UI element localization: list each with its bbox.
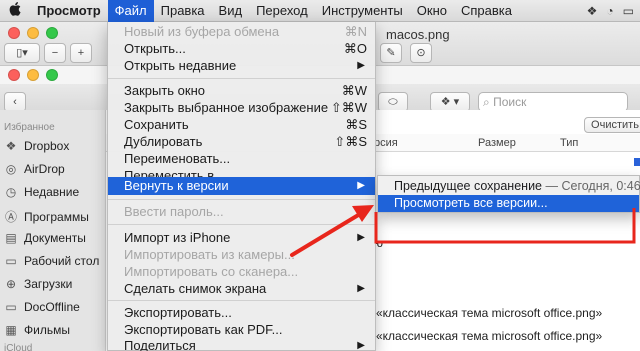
zoom-in-button[interactable]: + <box>70 43 92 63</box>
submenu-item-browse-all-versions[interactable]: Просмотреть все версии... <box>378 195 639 212</box>
zoom-out-button[interactable]: − <box>44 43 66 63</box>
close-button[interactable] <box>8 27 20 39</box>
sidebar-item-docoffline[interactable]: ▭ DocOffline <box>4 300 80 314</box>
menu-separator <box>108 199 375 200</box>
finder-minimize-button[interactable] <box>27 69 39 81</box>
sidebar-header-favorites: Избранное <box>4 122 55 133</box>
menu-item-revert-to[interactable]: Вернуть к версии ▶ <box>108 177 375 195</box>
submenu-item-previous-save[interactable]: Предыдущее сохранение — Сегодня, 0:46 <box>378 178 640 195</box>
status-tray: ❖ ◔ ▭ <box>587 0 640 22</box>
dropbox-icon: ❖ <box>5 139 17 153</box>
chevron-right-icon: ▶ <box>357 180 365 191</box>
menu-item-open[interactable]: Открыть... ⌘O <box>108 40 375 58</box>
menu-item-close-selected-image[interactable]: Закрыть выбранное изображение ⇧⌘W <box>108 99 375 117</box>
dropbox-tray-icon[interactable]: ❖ <box>587 4 598 18</box>
menu-tools[interactable]: Инструменты <box>315 0 410 22</box>
finder-close-button[interactable] <box>8 69 20 81</box>
menu-app-preview[interactable]: Просмотр <box>30 0 108 22</box>
menu-edit[interactable]: Правка <box>154 0 212 22</box>
download-icon: ⊕ <box>5 277 17 291</box>
menu-bar: Просмотр Файл Правка Вид Переход Инструм… <box>0 0 640 22</box>
menu-item-open-recent[interactable]: Открыть недавние ▶ <box>108 57 375 75</box>
window-title: macos.png <box>386 27 450 42</box>
sidebar-item-label: Недавние <box>24 185 80 199</box>
sidebar-item-label: Dropbox <box>24 139 70 153</box>
sidebar-item-label: Программы <box>24 209 89 224</box>
menu-window[interactable]: Окно <box>410 0 454 22</box>
clock-icon: ◷ <box>5 185 17 199</box>
menu-item-duplicate[interactable]: Дублировать ⇧⌘S <box>108 133 375 151</box>
markup-pen-icon[interactable]: ✎ <box>380 43 402 63</box>
sidebar-item-desktop[interactable]: ▭ Рабочий стол <box>4 254 99 268</box>
zoom-button[interactable] <box>46 27 58 39</box>
menu-separator <box>108 78 375 79</box>
menu-help[interactable]: Справка <box>454 0 519 22</box>
menu-separator <box>108 300 375 301</box>
chevron-right-icon: ▶ <box>357 283 365 294</box>
back-button[interactable]: ‹ <box>4 92 26 112</box>
menu-item-share[interactable]: Поделиться ▶ <box>108 337 375 351</box>
menu-item-import-scanner: Импортировать со сканера... <box>124 264 299 279</box>
chevron-right-icon: ▶ <box>357 232 365 243</box>
menu-item-close-window[interactable]: Закрыть окно ⌘W <box>108 82 375 100</box>
menu-file[interactable]: Файл <box>107 0 154 22</box>
menu-view[interactable]: Вид <box>212 0 250 22</box>
sidebar-item-label: Фильмы <box>24 323 70 337</box>
sidebar-item-label: Документы <box>24 231 86 245</box>
wifi-icon[interactable]: ◔ <box>606 4 613 18</box>
sidebar-item-airdrop[interactable]: ◎ AirDrop <box>4 162 65 176</box>
minimize-button[interactable] <box>27 27 39 39</box>
file-menu: Новый из буфера обмена ⌘N Открыть... ⌘O От… <box>107 22 376 351</box>
folder-icon: ▭ <box>5 300 17 314</box>
sidebar-header-icloud: iCloud <box>4 343 33 351</box>
menu-item-save[interactable]: Сохранить ⌘S <box>108 116 375 134</box>
clear-button[interactable]: Очистить <box>584 117 640 133</box>
menu-go[interactable]: Переход <box>249 0 315 22</box>
sidebar-item-dropbox[interactable]: ❖ Dropbox <box>4 139 70 153</box>
list-item[interactable]: «классическая тема microsoft office.png» <box>376 306 602 320</box>
selection-edge <box>634 158 640 166</box>
airdrop-icon: ◎ <box>5 162 17 176</box>
finder-sidebar: Избранное ❖ Dropbox ◎ AirDrop ◷ Недавние Ⓐ П… <box>0 110 106 351</box>
menu-item-import-camera: Импортировать из камеры... <box>124 247 295 262</box>
battery-icon[interactable]: ▭ <box>623 4 634 18</box>
column-size[interactable]: Размер <box>478 137 516 149</box>
sidebar-item-label: Рабочий стол <box>24 254 100 268</box>
tag-button[interactable]: ⬭ <box>378 92 408 112</box>
sidebar-toggle-button[interactable]: ▯▾ <box>4 43 40 63</box>
sidebar-item-downloads[interactable]: ⊕ Загрузки <box>4 277 72 291</box>
sidebar-item-movies[interactable]: ▦ Фильмы <box>4 323 70 337</box>
apps-icon: Ⓐ <box>4 210 17 224</box>
sidebar-item-label: AirDrop <box>24 162 65 176</box>
document-icon: ▤ <box>5 231 17 245</box>
menu-item-export[interactable]: Экспортировать... <box>108 304 375 322</box>
desktop-icon: ▭ <box>5 254 17 268</box>
column-type[interactable]: Тип <box>560 137 578 149</box>
sidebar-item-documents[interactable]: ▤ Документы <box>4 231 86 245</box>
sidebar-item-label: DocOffline <box>24 300 80 314</box>
finder-zoom-button[interactable] <box>46 69 58 81</box>
apple-menu-icon[interactable] <box>0 2 30 19</box>
window-controls <box>8 27 58 39</box>
menu-item-import-iphone[interactable]: Импорт из iPhone ▶ <box>108 229 375 247</box>
menu-item-take-screenshot[interactable]: Сделать снимок экрана ▶ <box>108 280 375 298</box>
menu-item-new-from-clipboard: Новый из буфера обмена ⌘N <box>124 24 367 39</box>
dropbox-button[interactable]: ❖ ▾ <box>430 92 470 112</box>
menu-separator <box>108 224 375 225</box>
chevron-right-icon: ▶ <box>357 60 365 71</box>
sidebar-item-label: Загрузки <box>24 277 73 291</box>
sidebar-item-recents[interactable]: ◷ Недавние <box>4 185 79 199</box>
film-icon: ▦ <box>5 323 17 337</box>
revert-submenu: Предыдущее сохранение — Сегодня, 0:46 Пр… <box>377 175 640 213</box>
markup-toolbar-icon[interactable]: ⊙ <box>410 43 432 63</box>
sidebar-item-applications[interactable]: Ⓐ Программы <box>4 208 89 225</box>
search-input[interactable]: ⌕ Поиск <box>478 92 628 112</box>
list-item[interactable]: «классическая тема microsoft office.png» <box>376 329 602 343</box>
menu-item-enter-password: Ввести пароль... <box>124 204 224 219</box>
finder-window-controls <box>8 69 58 81</box>
chevron-right-icon: ▶ <box>357 340 365 351</box>
column-version[interactable]: рсия <box>374 137 398 149</box>
menu-item-rename[interactable]: Переименовать... <box>108 150 375 168</box>
